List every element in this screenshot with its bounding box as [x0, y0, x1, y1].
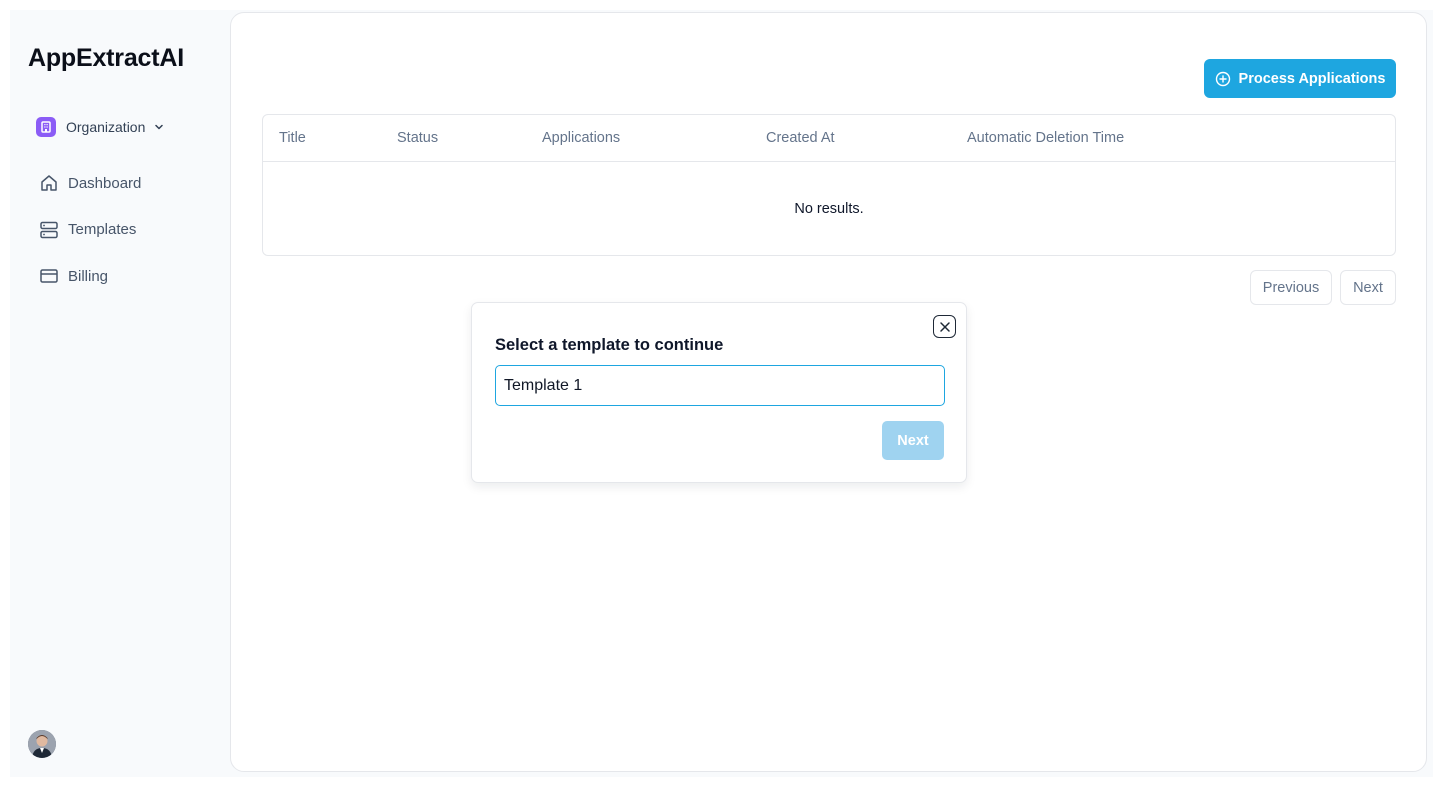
applications-table: Title Status Applications Created At Aut… [262, 114, 1396, 256]
sidebar-item-label: Templates [68, 221, 137, 238]
organization-label: Organization [66, 119, 146, 135]
organization-switcher[interactable]: Organization [36, 116, 165, 138]
previous-page-button[interactable]: Previous [1250, 270, 1332, 305]
plus-circle-icon [1215, 71, 1231, 87]
sidebar-item-templates[interactable]: Templates [38, 217, 141, 243]
app-brand: AppExtractAI [28, 44, 184, 72]
column-header-title[interactable]: Title [279, 130, 306, 146]
column-header-created-at[interactable]: Created At [766, 130, 835, 146]
close-icon[interactable] [933, 315, 956, 338]
sidebar-item-billing[interactable]: Billing [38, 263, 141, 289]
template-select-input[interactable] [495, 365, 945, 406]
column-header-deletion-time[interactable]: Automatic Deletion Time [967, 130, 1124, 146]
process-applications-label: Process Applications [1238, 70, 1386, 87]
sidebar: AppExtractAI Organization Dashboard Temp… [10, 10, 230, 777]
dialog-next-button[interactable]: Next [882, 421, 944, 460]
process-applications-button[interactable]: Process Applications [1204, 59, 1396, 98]
home-icon [38, 172, 60, 194]
chevron-down-icon [153, 121, 165, 133]
template-select-dialog: Select a template to continue Next [471, 302, 967, 483]
credit-card-icon [38, 265, 60, 287]
sidebar-nav: Dashboard Templates Billing [38, 170, 141, 310]
server-icon [38, 219, 60, 241]
table-header: Title Status Applications Created At Aut… [263, 115, 1395, 162]
empty-table-message: No results. [794, 201, 864, 217]
column-header-applications[interactable]: Applications [542, 130, 620, 146]
dialog-title: Select a template to continue [495, 336, 724, 354]
next-page-button[interactable]: Next [1340, 270, 1396, 305]
avatar[interactable] [28, 730, 56, 758]
sidebar-item-label: Billing [68, 267, 109, 285]
sidebar-item-dashboard[interactable]: Dashboard [38, 170, 141, 196]
column-header-status[interactable]: Status [397, 130, 438, 146]
sidebar-item-label: Dashboard [68, 174, 142, 192]
building-icon [36, 117, 56, 137]
